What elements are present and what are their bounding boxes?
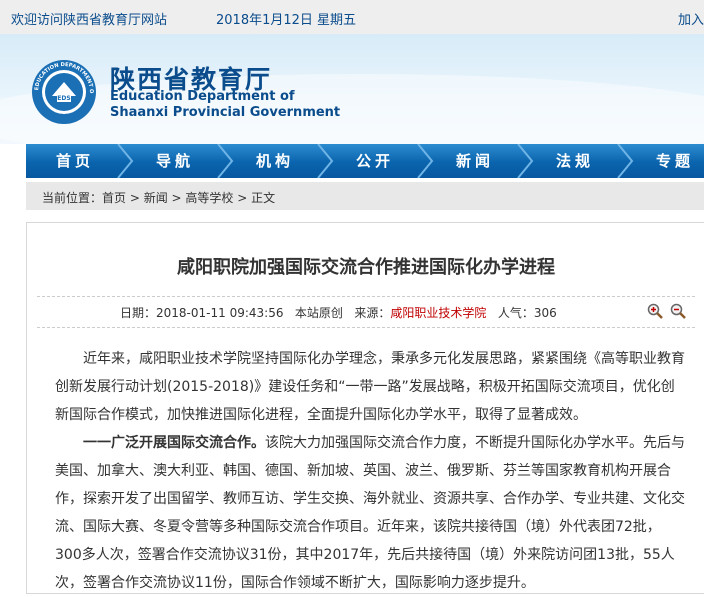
nav-separator-icon	[317, 144, 334, 178]
nav-item-home[interactable]: 首页	[56, 144, 94, 178]
zoom-out-icon[interactable]	[670, 303, 686, 319]
breadcrumb-home[interactable]: 首页	[102, 191, 126, 205]
breadcrumb-separator: >	[233, 191, 252, 205]
site-title-en-line1: Education Department of	[110, 89, 295, 104]
meta-date-label: 日期：	[120, 306, 157, 320]
nav-item-guide[interactable]: 导航	[156, 144, 194, 178]
article-title: 咸阳职院加强国际交流合作推进国际化办学进程	[177, 257, 555, 278]
meta-views-label: 人气：	[497, 306, 534, 320]
logo-center-text: EDS	[57, 95, 70, 102]
breadcrumb-higher-education[interactable]: 高等学校	[185, 191, 233, 205]
meta-source-label: 来源：	[354, 306, 391, 320]
nav-separator-icon	[517, 144, 534, 178]
meta-source: 咸阳职业技术学院	[390, 306, 487, 320]
nav-item-institutions[interactable]: 机构	[256, 144, 294, 178]
breadcrumb: 当前位置：首页 > 新闻 > 高等学校 > 正文	[26, 182, 704, 210]
paragraph-2-text: 该院大力加强国际交流合作力度，不断提升国际化办学水平。先后与美国、加拿大、澳大利…	[55, 435, 685, 591]
paragraph-2-heading: 一一广泛开展国际交流合作。	[83, 435, 265, 451]
add-favorite-link[interactable]: 加入	[678, 9, 704, 28]
divider	[37, 327, 695, 328]
article-panel: 咸阳职院加强国际交流合作推进国际化办学进程 日期：2018-01-11 09:4…	[26, 222, 704, 594]
breadcrumb-trail: 当前位置：首页 > 新闻 > 高等学校 > 正文	[42, 189, 275, 206]
meta-date: 2018-01-11 09:43:56	[156, 306, 284, 320]
breadcrumb-separator: >	[126, 191, 144, 205]
article-body: 近年来，咸阳职业技术学院坚持国际化办学理念，秉承多元化发展思路，紧紧围绕《高等职…	[55, 345, 685, 597]
top-bar: 欢迎访问陕西省教育厅网站 2018年1月12日 星期五 加入	[0, 0, 704, 34]
meta-views: 306	[533, 306, 557, 320]
nav-separator-icon	[117, 144, 134, 178]
site-header: EDS EDUCATION DEPARTMENT OF SHAANXI 陕西省教…	[0, 34, 704, 144]
breadcrumb-label: 当前位置：	[42, 191, 103, 205]
article-meta: 日期：2018-01-11 09:43:56 本站原创 来源：咸阳职业技术学院 …	[120, 304, 557, 321]
paragraph-1: 近年来，咸阳职业技术学院坚持国际化办学理念，秉承多元化发展思路，紧紧围绕《高等职…	[55, 351, 685, 423]
meta-original: 本站原创	[294, 306, 343, 320]
breadcrumb-news[interactable]: 新闻	[144, 191, 168, 205]
site-title-en-line2: Shaanxi Provincial Government	[110, 105, 341, 120]
header-decoration	[0, 74, 704, 144]
nav-item-regulations[interactable]: 法规	[556, 144, 594, 178]
divider	[37, 296, 695, 297]
breadcrumb-current: 正文	[251, 191, 276, 205]
nav-separator-icon	[217, 144, 234, 178]
nav-separator-icon	[617, 144, 634, 178]
zoom-in-icon[interactable]	[647, 303, 663, 319]
nav-item-public[interactable]: 公开	[356, 144, 394, 178]
nav-item-topics[interactable]: 专题	[656, 144, 694, 178]
nav-item-news[interactable]: 新闻	[456, 144, 494, 178]
main-nav: 首页 导航 机构 公开 新闻 法规 专题	[26, 144, 704, 178]
nav-separator-icon	[417, 144, 434, 178]
date-text: 2018年1月12日 星期五	[216, 13, 357, 28]
paragraph-2: 一一广泛开展国际交流合作。该院大力加强国际交流合作力度，不断提升国际化办学水平。…	[55, 429, 685, 597]
breadcrumb-separator: >	[167, 191, 186, 205]
welcome-text: 欢迎访问陕西省教育厅网站	[11, 13, 168, 28]
education-department-logo-icon[interactable]: EDS EDUCATION DEPARTMENT OF SHAANXI	[30, 58, 98, 126]
